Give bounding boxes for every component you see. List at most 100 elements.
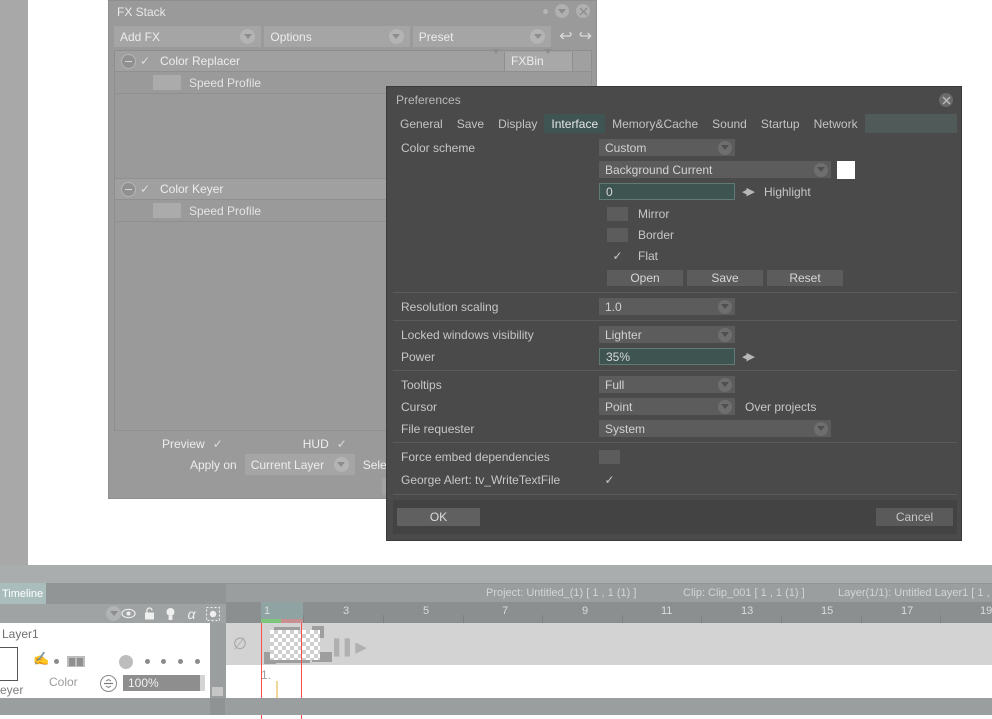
redo-icon[interactable]: ↪: [579, 28, 592, 45]
cursor-dropdown[interactable]: Point: [599, 398, 735, 415]
mirror-checkbox[interactable]: [607, 206, 628, 221]
chevron-down-icon[interactable]: [492, 49, 500, 68]
opacity-slider[interactable]: 100%: [123, 675, 203, 691]
preferences-titlebar[interactable]: Preferences: [387, 87, 961, 113]
border-row: Border: [393, 225, 957, 244]
tooltips-dropdown[interactable]: Full: [599, 376, 735, 393]
apply-on-dropdown[interactable]: Current Layer: [244, 454, 355, 475]
remove-effect-icon[interactable]: [121, 53, 136, 69]
options-dropdown[interactable]: Options: [264, 26, 410, 47]
play-range-icon[interactable]: ▌▌▶: [334, 638, 367, 656]
opacity-mode-icon[interactable]: [100, 675, 117, 692]
preset-dropdown[interactable]: Preset: [412, 26, 552, 47]
apply-on-label: Apply on: [190, 457, 237, 472]
spinner-icon[interactable]: ◂▶: [742, 350, 755, 363]
fxbin-label: FXBin: [511, 54, 544, 68]
cursor-label: Cursor: [401, 399, 438, 414]
fx-effect-header[interactable]: ✓ Color Replacer FXBin: [115, 49, 591, 72]
color-scheme-group: Color scheme Custom Background Current 0…: [393, 133, 957, 293]
eye-icon[interactable]: [121, 606, 136, 621]
close-icon[interactable]: [576, 4, 590, 18]
dot-icon[interactable]: [195, 659, 200, 664]
locked-windows-dropdown[interactable]: Lighter: [599, 326, 735, 343]
close-icon[interactable]: [939, 93, 953, 107]
color-scheme-dropdown[interactable]: Custom: [599, 139, 735, 156]
color-element-dropdown[interactable]: Background Current: [599, 161, 831, 178]
open-button[interactable]: Open: [607, 269, 683, 286]
project-info: Project: Untitled_(1) [ 1 , 1 (1) ]: [486, 587, 637, 599]
ok-button[interactable]: OK: [397, 508, 480, 526]
force-embed-row: Force embed dependencies: [393, 447, 957, 466]
file-requester-dropdown[interactable]: System: [599, 420, 831, 437]
layer-panel-resize-grip[interactable]: [212, 687, 223, 696]
color-value-field[interactable]: 0: [599, 183, 735, 200]
color-swatch[interactable]: [837, 160, 855, 179]
misc-group: Force embed dependencies George Alert: t…: [393, 443, 957, 495]
tab-memory-cache[interactable]: Memory&Cache: [605, 114, 706, 133]
resolution-scaling-dropdown[interactable]: 1.0: [599, 298, 735, 315]
alpha-icon[interactable]: α: [184, 606, 199, 622]
spinner-icon[interactable]: ◂▶: [742, 185, 755, 198]
speed-profile-checkbox[interactable]: [153, 75, 181, 90]
fx-stack-titlebar[interactable]: FX Stack: [109, 1, 596, 22]
hud-checkbox[interactable]: ✓: [337, 437, 347, 451]
clip-thumbnail[interactable]: [270, 630, 320, 660]
undo-icon[interactable]: ↩: [559, 28, 572, 45]
timeline-ruler[interactable]: 1 3 5 7 9 11 13 15 17 19: [226, 602, 992, 623]
opacity-slider-handle[interactable]: [200, 675, 205, 691]
ruler-tick: 15: [821, 605, 834, 617]
george-alert-label: George Alert: tv_WriteTextFile: [401, 472, 561, 487]
george-alert-checkbox[interactable]: ✓: [599, 473, 620, 487]
ab-toggle-icon[interactable]: [67, 656, 85, 667]
reset-button[interactable]: Reset: [767, 269, 843, 286]
flat-checkbox[interactable]: ✓: [607, 249, 628, 263]
tab-sound[interactable]: Sound: [705, 114, 754, 133]
effect-enabled-check[interactable]: ✓: [136, 182, 154, 196]
remove-effect-icon[interactable]: [121, 181, 136, 197]
layer-thumbnail[interactable]: [0, 647, 18, 681]
preview-checkbox[interactable]: ✓: [213, 437, 223, 451]
fxbin-dropdown[interactable]: FXBin: [504, 49, 572, 71]
force-embed-checkbox[interactable]: [599, 449, 620, 464]
fx-stack-toolbar: Add FX Options Preset ↩ ↪: [114, 26, 592, 47]
tab-display[interactable]: Display: [491, 114, 545, 133]
cursor-side-label: Over projects: [745, 399, 817, 414]
dot-icon[interactable]: [161, 659, 166, 664]
dot-icon[interactable]: [178, 659, 183, 664]
timeline-bottom-grip[interactable]: [210, 698, 225, 715]
speed-profile-checkbox[interactable]: [153, 203, 181, 218]
ruler-tick: 7: [502, 605, 509, 617]
timeline-track-area[interactable]: ∅ ▌▌▶ 1.: [226, 623, 992, 698]
save-scheme-button[interactable]: Save: [687, 269, 763, 286]
tooltips-label: Tooltips: [401, 377, 442, 392]
tab-general[interactable]: General: [393, 114, 450, 133]
selection-icon[interactable]: [205, 606, 220, 621]
chevron-down-icon: [530, 29, 546, 44]
tab-interface[interactable]: Interface: [544, 114, 606, 133]
timeline-tab[interactable]: Timeline: [0, 583, 46, 604]
tooltips-value: Full: [605, 377, 625, 392]
timeline-layer-panel: d Layer1 Keyer ✍ Color 100%: [0, 623, 210, 698]
stencil-icon[interactable]: [119, 655, 133, 669]
lock-icon[interactable]: [142, 606, 157, 621]
hand-disabled-icon[interactable]: ✍: [33, 651, 49, 667]
add-fx-dropdown[interactable]: Add FX: [114, 26, 262, 47]
border-checkbox[interactable]: [607, 227, 628, 242]
george-alert-row: George Alert: tv_WriteTextFile ✓: [393, 470, 957, 489]
effect-enabled-check[interactable]: ✓: [136, 54, 154, 68]
tab-startup[interactable]: Startup: [753, 114, 807, 133]
lightbulb-icon[interactable]: [163, 606, 178, 621]
timeline-panel: Timeline Project: Untitled_(1) [ 1 , 1 (…: [0, 583, 992, 719]
chevron-down-icon: [240, 29, 256, 44]
chevron-down-icon: [718, 327, 732, 342]
tab-save[interactable]: Save: [449, 114, 492, 133]
dot-icon[interactable]: [54, 659, 59, 664]
dot-icon[interactable]: [145, 659, 150, 664]
collapse-icon[interactable]: [555, 4, 569, 18]
power-field[interactable]: 35%: [599, 348, 735, 365]
chevron-down-icon[interactable]: [106, 606, 121, 621]
flat-row: ✓ Flat: [393, 246, 957, 265]
tab-network[interactable]: Network: [806, 114, 865, 133]
highlight-label: Highlight: [763, 184, 811, 199]
cancel-button[interactable]: Cancel: [876, 508, 953, 526]
